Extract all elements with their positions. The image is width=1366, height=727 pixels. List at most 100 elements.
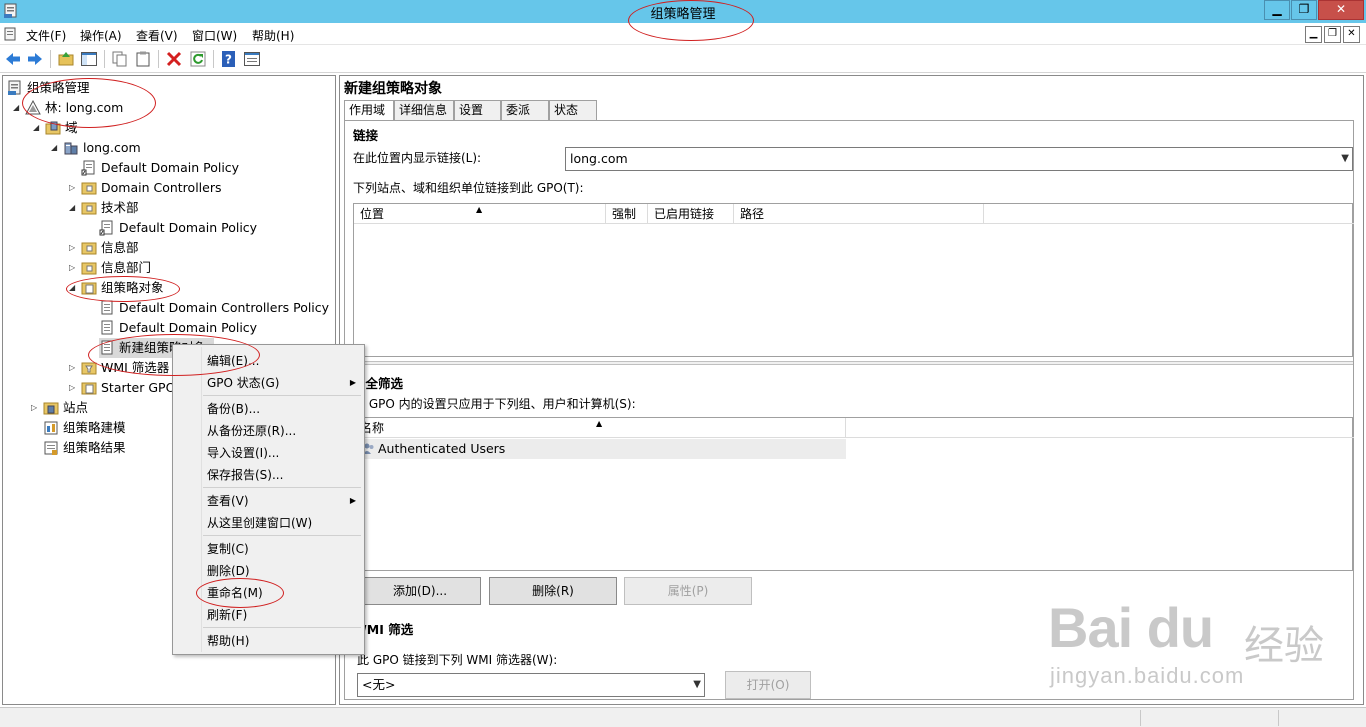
col-path[interactable]: 路径 <box>734 204 984 224</box>
status-bar <box>0 707 1366 727</box>
copy-icon[interactable] <box>111 50 129 68</box>
menu-item-restore[interactable]: 从备份还原(R)... <box>207 421 357 441</box>
link-location-combo[interactable]: long.com ▼ <box>565 147 1353 171</box>
menu-item-delete[interactable]: 删除(D) <box>207 561 357 581</box>
link-location-value: long.com <box>570 151 628 166</box>
col-enforced[interactable]: 强制 <box>606 204 648 224</box>
watermark-cn: 经验 <box>1244 623 1324 669</box>
tree-node-label: 林: long.com <box>45 100 124 115</box>
tab-status[interactable]: 状态 <box>549 100 597 120</box>
show-links-label: 在此位置内显示链接(L): <box>353 151 482 165</box>
back-arrow-icon[interactable] <box>4 50 22 68</box>
menu-item-save-report[interactable]: 保存报告(S)... <box>207 465 357 485</box>
menu-item-refresh[interactable]: 刷新(F) <box>207 605 357 625</box>
close-button[interactable]: ✕ <box>1318 0 1364 20</box>
tree-node-label: 组策略管理 <box>27 80 90 95</box>
menu-bar: 文件(F) 操作(A) 查看(V) 窗口(W) 帮助(H) ▁ ❐ ✕ <box>0 23 1366 45</box>
restore-button[interactable]: ❐ <box>1291 0 1317 20</box>
menu-item-gpo-status[interactable]: GPO 状态(G) <box>207 373 357 393</box>
mdi-restore-button[interactable]: ❐ <box>1324 26 1341 43</box>
show-tree-icon[interactable] <box>80 50 98 68</box>
tree-node-label: 技术部 <box>101 200 139 215</box>
tab-scope[interactable]: 作用域 <box>344 100 394 121</box>
menu-item-help[interactable]: 帮助(H) <box>207 631 357 651</box>
help-icon[interactable]: ? <box>220 50 238 68</box>
security-filtering-desc: 此 GPO 内的设置只应用于下列组、用户和计算机(S): <box>353 397 636 411</box>
forward-arrow-icon[interactable] <box>26 50 44 68</box>
modeling-icon <box>44 421 58 435</box>
sort-ascending-icon: ▲ <box>596 419 603 428</box>
tab-details[interactable]: 详细信息 <box>394 100 454 120</box>
expand-icon[interactable]: ▷ <box>69 244 77 252</box>
baidu-watermark: Bai du 经验 jingyan.baidu.com <box>1048 575 1348 695</box>
security-filter-list[interactable]: 名称 ▲ Authenticated Users <box>353 417 1354 571</box>
tree-node-label: 组策略结果 <box>63 440 126 455</box>
add-button[interactable]: 添加(D)... <box>359 577 481 605</box>
collapse-icon[interactable]: ◢ <box>69 284 77 292</box>
mdi-child-icon[interactable] <box>4 27 18 41</box>
expand-icon[interactable]: ▷ <box>69 364 77 372</box>
menu-item-view[interactable]: 查看(V) <box>207 491 357 511</box>
group-name: Authenticated Users <box>378 441 506 456</box>
collapse-icon[interactable]: ◢ <box>33 124 41 132</box>
col-link-enabled[interactable]: 已启用链接 <box>648 204 734 224</box>
expand-icon[interactable]: ▷ <box>69 384 77 392</box>
refresh-icon[interactable] <box>189 50 207 68</box>
domains-folder-icon <box>45 121 61 135</box>
up-folder-icon[interactable] <box>57 50 75 68</box>
links-list[interactable]: 位置 强制 已启用链接 路径 ▲ <box>353 203 1354 357</box>
remove-button[interactable]: 删除(R) <box>489 577 617 605</box>
menu-action[interactable]: 操作(A) <box>80 27 122 44</box>
menu-item-edit[interactable]: 编辑(E)... <box>207 351 357 371</box>
wmi-folder-icon <box>81 362 97 375</box>
properties-icon[interactable] <box>243 50 261 68</box>
submenu-arrow-icon: ▶ <box>349 378 356 387</box>
links-list-header: 位置 强制 已启用链接 路径 ▲ <box>354 204 1354 224</box>
menu-help[interactable]: 帮助(H) <box>252 27 294 44</box>
gpo-folder-icon <box>81 282 97 295</box>
starter-folder-icon <box>81 382 97 395</box>
submenu-arrow-icon: ▶ <box>349 496 356 505</box>
chevron-down-icon[interactable]: ▼ <box>1341 148 1349 170</box>
tree-node-label: Domain Controllers <box>101 180 222 195</box>
gpo-icon <box>101 300 113 315</box>
expand-icon[interactable]: ▷ <box>69 264 77 272</box>
tree-node-label: 组策略建模 <box>63 420 126 435</box>
mdi-minimize-button[interactable]: ▁ <box>1305 26 1322 43</box>
title-bar: 组策略管理 ▁ ❐ ✕ <box>0 0 1366 23</box>
wmi-filter-value: <无> <box>362 677 396 692</box>
menu-window[interactable]: 窗口(W) <box>192 27 237 44</box>
menu-item-import[interactable]: 导入设置(I)... <box>207 443 357 463</box>
tree-node-label: 组策略对象 <box>101 280 164 295</box>
collapse-icon[interactable]: ◢ <box>51 144 59 152</box>
chevron-down-icon[interactable]: ▼ <box>693 674 701 696</box>
tab-settings[interactable]: 设置 <box>454 100 501 120</box>
menu-item-backup[interactable]: 备份(B)... <box>207 399 357 419</box>
toolbar: ? <box>0 45 1366 73</box>
collapse-icon[interactable]: ◢ <box>69 204 77 212</box>
gpo-icon <box>101 320 113 335</box>
watermark-main: Bai du <box>1048 596 1214 659</box>
tree-node-label: Default Domain Policy <box>119 220 258 235</box>
expand-icon[interactable]: ▷ <box>31 404 39 412</box>
ou-folder-icon <box>81 202 97 215</box>
menu-item-rename[interactable]: 重命名(M) <box>207 583 357 603</box>
menu-item-copy[interactable]: 复制(C) <box>207 539 357 559</box>
wmi-filtering-desc: 此 GPO 链接到下列 WMI 筛选器(W): <box>357 653 558 667</box>
tree-node-label: 信息部门 <box>101 260 152 275</box>
tree-node-label: Default Domain Policy <box>119 320 258 335</box>
menu-file[interactable]: 文件(F) <box>26 27 66 44</box>
expand-icon[interactable]: ▷ <box>69 184 77 192</box>
collapse-icon[interactable]: ◢ <box>13 104 21 112</box>
minimize-button[interactable]: ▁ <box>1264 0 1290 20</box>
pane-splitter[interactable] <box>345 361 1353 365</box>
menu-view[interactable]: 查看(V) <box>136 27 178 44</box>
menu-item-new-window[interactable]: 从这里创建窗口(W) <box>207 513 357 533</box>
tab-delegation[interactable]: 委派 <box>501 100 549 120</box>
list-item[interactable]: Authenticated Users <box>354 439 846 459</box>
mdi-close-button[interactable]: ✕ <box>1343 26 1360 43</box>
gpo-title: 新建组策略对象 <box>344 81 442 97</box>
wmi-filter-combo[interactable]: <无> ▼ <box>357 673 705 697</box>
paste-icon[interactable] <box>134 50 152 68</box>
delete-icon[interactable] <box>165 50 183 68</box>
